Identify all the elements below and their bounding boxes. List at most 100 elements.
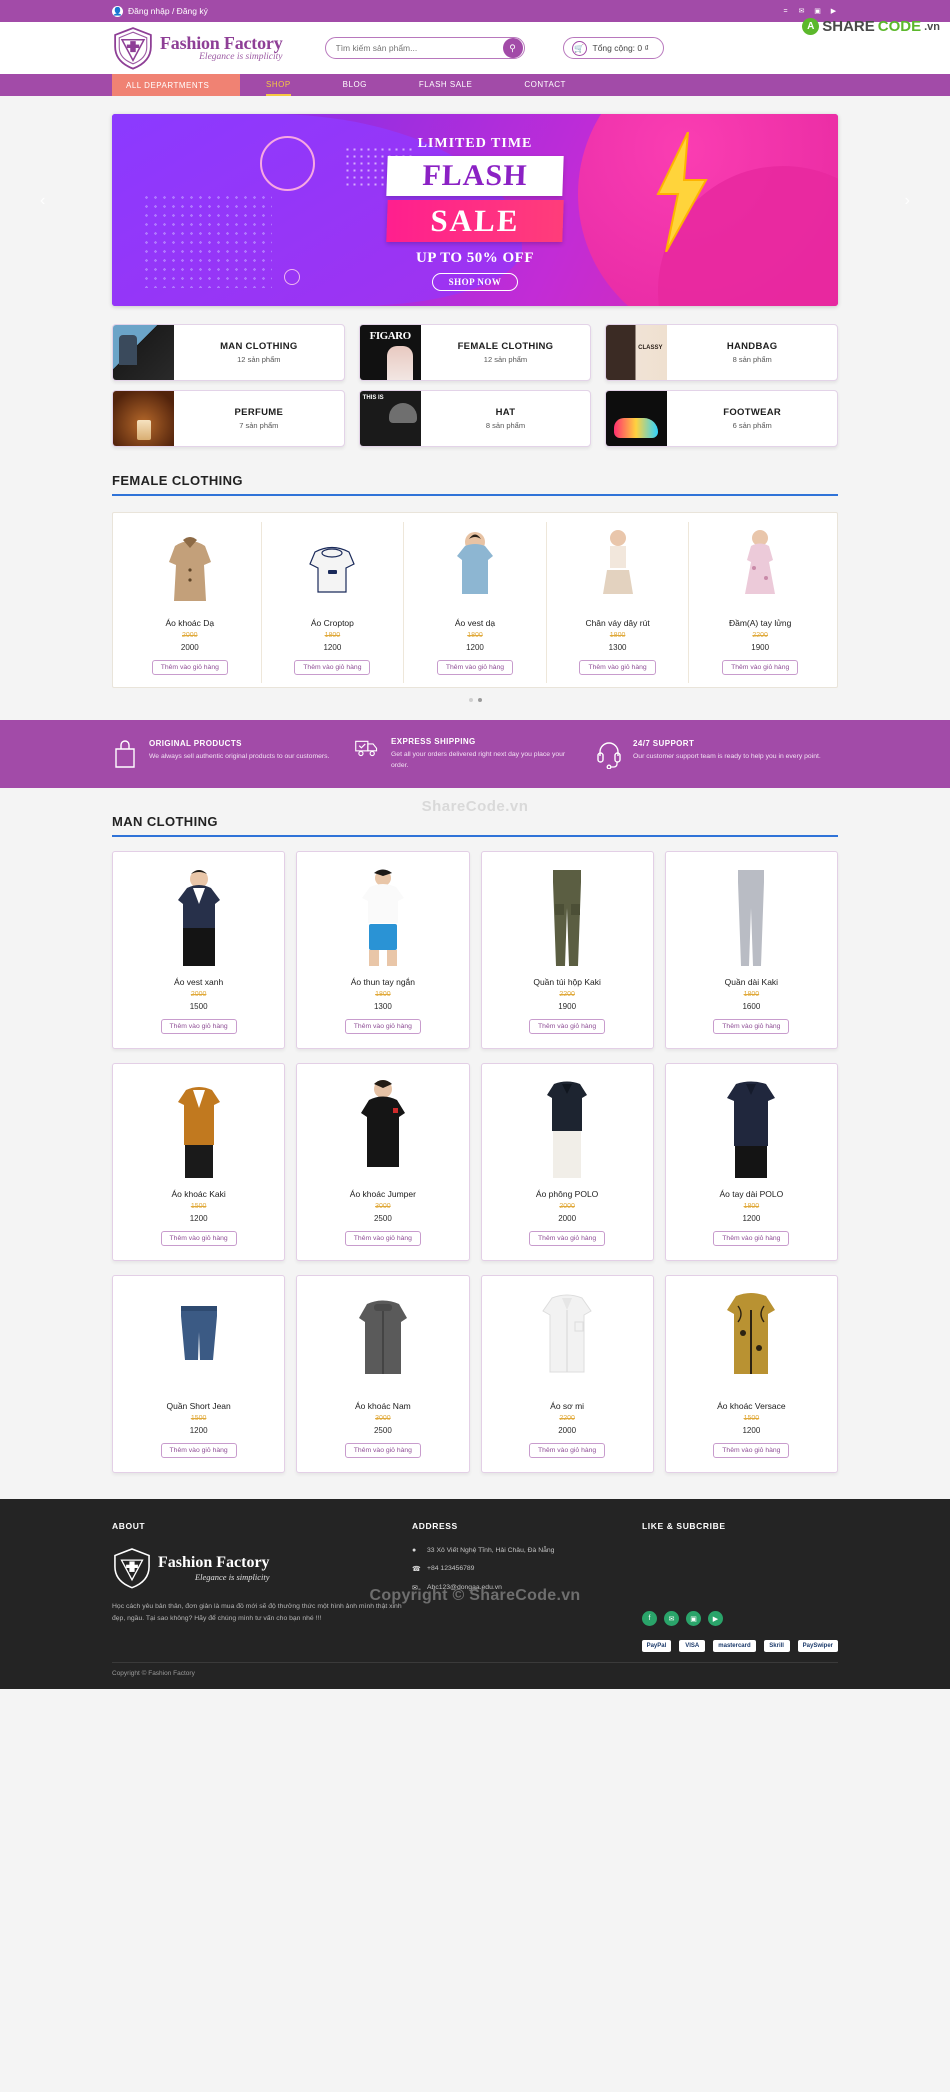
product-card[interactable]: Áo khoác Versace 1500 1200 Thêm vào giỏ … [664,1275,838,1473]
product-card[interactable]: Áo khoác Kaki 1500 1200 Thêm vào giỏ hàn… [112,1063,286,1261]
product-price: 1900 [751,643,770,652]
twitter-icon[interactable]: ✉ [797,7,806,16]
hero-next-arrow[interactable]: › [905,192,910,210]
facebook-icon[interactable]: f [642,1611,657,1626]
hero-shop-now-button[interactable]: SHOP NOW [431,273,519,291]
product-price: 2000 [558,1426,577,1435]
product-card[interactable]: Áo vest dạ 1800 1200 Thêm vào giỏ hàng [404,522,547,683]
product-card[interactable]: Áo thun tay ngắn 1800 1300 Thêm vào giỏ … [296,851,470,1049]
category-card-footwear[interactable]: FOOTWEAR 6 sản phẩm [605,390,838,447]
add-to-cart-button[interactable]: Thêm vào giỏ hàng [436,660,514,675]
add-to-cart-button[interactable]: Thêm vào giỏ hàng [529,1443,606,1458]
product-card[interactable]: Áo sơ mi 2200 2000 Thêm vào giỏ hàng [480,1275,654,1473]
product-old-price: 1500 [743,1415,760,1422]
footer-logo[interactable]: Fashion Factory Elegance is simplicity [112,1547,412,1589]
product-card[interactable]: Áo khoác Nam 3000 2500 Thêm vào giỏ hàng [296,1275,470,1473]
facebook-icon[interactable]: = [781,7,790,16]
product-image [521,864,613,968]
add-to-cart-button[interactable]: Thêm vào giỏ hàng [160,1443,237,1458]
hero-prev-arrow[interactable]: ‹ [40,192,45,210]
versace-jacket-image [727,1293,776,1374]
add-to-cart-button[interactable]: Thêm vào giỏ hàng [722,660,799,675]
instagram-icon[interactable]: ▣ [686,1611,701,1626]
product-image [705,864,797,968]
nav-all-departments[interactable]: ALL DEPARTMENTS [112,74,240,96]
add-to-cart-button[interactable]: Thêm vào giỏ hàng [294,660,371,675]
category-card-man-clothing[interactable]: MAN CLOTHING 12 sản phẩm [112,324,345,381]
site-footer: Copyright © ShareCode.vn ABOUT Fashion F… [0,1499,950,1689]
add-to-cart-button[interactable]: Thêm vào giỏ hàng [713,1019,790,1034]
product-card[interactable]: Áo khoác Jumper 3000 2500 Thêm vào giỏ h… [296,1063,470,1261]
add-to-cart-button[interactable]: Thêm vào giỏ hàng [713,1231,790,1246]
category-card-hat[interactable]: HAT 8 sản phẩm [358,390,592,447]
add-to-cart-button[interactable]: Thêm vào giỏ hàng [160,1019,237,1034]
category-card-handbag[interactable]: HANDBAG 8 sản phẩm [605,324,838,381]
man-coat-image [358,1300,407,1374]
footer-address-heading: ADDRESS [412,1521,458,1531]
product-card[interactable]: Áo phông POLO 2000 2000 Thêm vào giỏ hàn… [480,1063,654,1261]
search-input[interactable] [335,43,503,53]
product-price: 2500 [373,1214,392,1223]
product-image [337,864,429,968]
service-support: 24/7 SUPPORT Our customer support team i… [596,739,838,769]
product-price: 1200 [742,1214,761,1223]
twitter-icon[interactable]: ✉ [664,1611,679,1626]
product-name: Áo phông POLO [535,1189,599,1199]
carousel-dots [0,698,950,702]
service-description: Get all your orders delivered right next… [391,751,566,769]
nav-item-blog[interactable]: BLOG [317,74,393,96]
product-name: Đầm(A) tay lửng [728,618,792,628]
nav-item-shop[interactable]: SHOP [240,74,317,96]
carousel-dot-active[interactable] [477,698,482,702]
product-card[interactable]: Áo Croptop 1800 1200 Thêm vào giỏ hàng [262,522,405,683]
product-image [705,1076,797,1180]
nav-item-flash-sale[interactable]: FLASH SALE [393,74,498,96]
product-card[interactable]: Đầm(A) tay lửng 2200 1900 Thêm vào giỏ h… [689,522,831,683]
product-card[interactable]: Quần túi hộp Kaki 2200 1900 Thêm vào giỏ… [480,851,654,1049]
category-card-perfume[interactable]: PERFUME 7 sản phẩm [112,390,345,447]
sharecode-code-text: CODE [877,18,922,35]
search-icon[interactable]: ⚲ [502,38,523,58]
product-name: Áo khoác Versace [717,1401,786,1411]
product-old-price: 2200 [559,991,575,998]
lightning-bolt-icon [656,132,708,252]
youtube-icon[interactable]: ▶ [708,1611,723,1626]
add-to-cart-button[interactable]: Thêm vào giỏ hàng [344,1019,421,1034]
product-card[interactable]: Chân váy dây rút 1800 1300 Thêm vào giỏ … [547,522,690,683]
product-card[interactable]: Áo tay dài POLO 1800 1200 Thêm vào giỏ h… [664,1063,838,1261]
add-to-cart-button[interactable]: Thêm vào giỏ hàng [151,660,228,675]
instagram-icon[interactable]: ▣ [813,7,822,16]
youtube-icon[interactable]: ▶ [829,7,838,16]
product-image [337,1076,429,1180]
add-to-cart-button[interactable]: Thêm vào giỏ hàng [713,1443,790,1458]
category-card-female-clothing[interactable]: FEMALE CLOTHING 12 sản phẩm [358,324,592,381]
fashion-factory-logo-icon [114,1548,150,1589]
hero-limited-text: LIMITED TIME [417,136,533,151]
product-card[interactable]: Quần Short Jean 1500 1200 Thêm vào giỏ h… [112,1275,286,1473]
product-card[interactable]: Quần dài Kaki 1800 1600 Thêm vào giỏ hàn… [664,851,838,1049]
add-to-cart-button[interactable]: Thêm vào giỏ hàng [160,1231,237,1246]
hero-banner[interactable]: LIMITED TIME FLASH SALE UP TO 50% OFF SH… [112,114,838,306]
payment-paypal: PayPal [641,1640,672,1652]
cart-summary[interactable]: 🛒 Tổng cộng: 0 ₫ [562,37,664,59]
add-to-cart-button[interactable]: Thêm vào giỏ hàng [579,660,656,675]
footer-email-line[interactable]: ✉ Abc123@dongaa.edu.vn [412,1584,642,1592]
jumper-image [360,1080,405,1167]
product-card[interactable]: Áo vest xanh 2000 1500 Thêm vào giỏ hàng [112,851,286,1049]
account-link[interactable]: 👤 Đăng nhập / Đăng ký [112,5,208,17]
add-to-cart-button[interactable]: Thêm vào giỏ hàng [344,1231,421,1246]
add-to-cart-button[interactable]: Thêm vào giỏ hàng [529,1019,606,1034]
footer-phone-value: +84 123456789 [427,1565,475,1572]
headset-icon [597,742,621,769]
add-to-cart-button[interactable]: Thêm vào giỏ hàng [344,1443,421,1458]
footer-address-line: ● 33 Xô Viết Nghệ Tĩnh, Hải Châu, Đà Nẵn… [412,1547,642,1554]
product-card[interactable]: Áo khoác Dạ 2000 2000 Thêm vào giỏ hàng [119,522,262,683]
bag-icon [115,740,135,768]
nav-item-contact[interactable]: CONTACT [498,74,592,96]
service-description: Our customer support team is ready to he… [633,753,821,760]
site-logo[interactable]: Fashion Factory Elegance is simplicity [112,26,283,70]
carousel-dot[interactable] [468,698,473,702]
cart-total-label: Tổng cộng: 0 ₫ [592,43,649,53]
footer-phone-line[interactable]: ☎ +84 123456789 [412,1565,642,1573]
add-to-cart-button[interactable]: Thêm vào giỏ hàng [529,1231,606,1246]
